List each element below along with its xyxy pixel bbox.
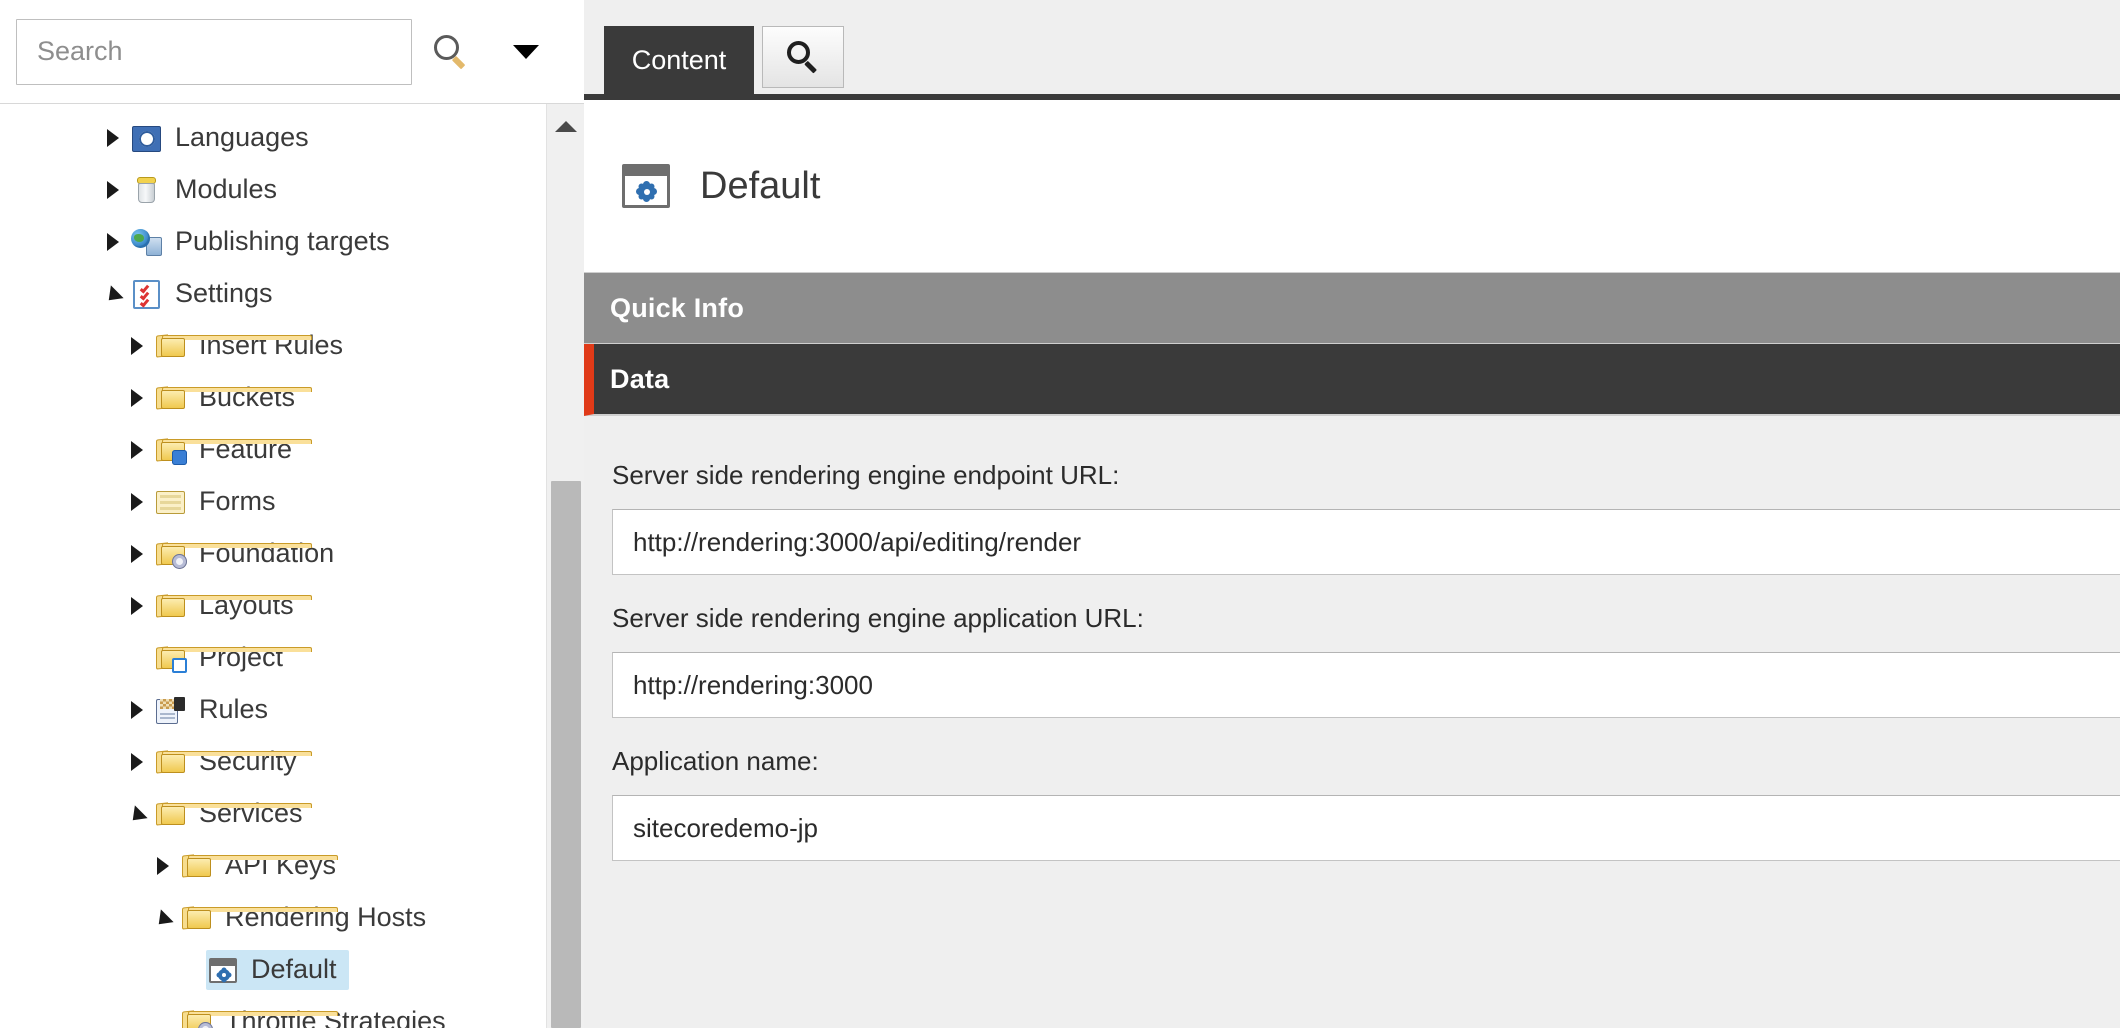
expander-collapsed-icon[interactable] (120, 476, 154, 528)
field-label: Server side rendering engine endpoint UR… (612, 460, 1120, 490)
search-icon (434, 34, 468, 69)
forms-icon (154, 485, 188, 519)
folder-icon (154, 797, 312, 831)
expander-collapsed-icon[interactable] (96, 216, 130, 268)
tree-item-services[interactable]: Services (0, 788, 545, 840)
application-url-input[interactable]: http://rendering:3000 (612, 652, 2120, 718)
chevron-down-icon (513, 44, 539, 59)
expander-collapsed-icon[interactable] (96, 112, 130, 164)
tree-item-security[interactable]: Security (0, 736, 545, 788)
scroll-up-button[interactable] (547, 104, 584, 148)
folder-icon (154, 589, 312, 623)
section-header-data[interactable]: Data (584, 344, 2120, 416)
expander-collapsed-icon[interactable] (146, 840, 180, 892)
tree-scroll-region: Languages Modules Publishing targets Set… (0, 104, 584, 1028)
content-editor-window: Languages Modules (0, 0, 2120, 1028)
expander-collapsed-icon[interactable] (120, 372, 154, 424)
expander-expanded-icon[interactable] (146, 892, 180, 944)
folder-icon (180, 849, 338, 883)
application-name-input[interactable]: sitecoredemo-jp (612, 795, 2120, 861)
section-label: Data (610, 363, 670, 394)
tree-item-feature[interactable]: Feature (0, 424, 545, 476)
expander-collapsed-icon[interactable] (120, 528, 154, 580)
data-section-body: Server side rendering engine endpoint UR… (584, 416, 2120, 1028)
field-label: Server side rendering engine application… (612, 603, 1144, 633)
rendering-host-icon (622, 164, 670, 208)
settings-icon (130, 277, 164, 311)
tab-label: Content (631, 44, 727, 75)
publish-target-icon (130, 225, 164, 259)
tree-item-buckets[interactable]: Buckets (0, 372, 545, 424)
field-endpoint-url: Server side rendering engine endpoint UR… (584, 460, 2120, 575)
folder-feature-icon (154, 433, 312, 467)
folder-icon (154, 745, 312, 779)
content-editor-main: Content Default Quick Info Data Server s… (584, 0, 2120, 1028)
tree-item-foundation[interactable]: Foundation (0, 528, 545, 580)
folder-icon (154, 329, 312, 363)
folder-window-icon (154, 641, 312, 675)
tree-item-project[interactable]: Project (0, 632, 545, 684)
field-application-name: Application name: sitecoredemo-jp (584, 746, 2120, 861)
section-label: Quick Info (610, 292, 745, 323)
content-tree: Languages Modules Publishing targets Set… (0, 104, 545, 1028)
tree-item-api-keys[interactable]: API Keys (0, 840, 545, 892)
page-title: Default (700, 164, 821, 207)
content-tree-panel: Languages Modules (0, 0, 584, 1028)
endpoint-url-input[interactable]: http://rendering:3000/api/editing/render (612, 509, 2120, 575)
folder-icon (180, 901, 338, 935)
rendering-host-icon (206, 953, 240, 987)
field-label: Application name: (612, 746, 819, 776)
tree-item-settings[interactable]: Settings (0, 268, 545, 320)
expander-placeholder (146, 996, 180, 1028)
expander-collapsed-icon[interactable] (120, 580, 154, 632)
tree-item-rendering-hosts[interactable]: Rendering Hosts (0, 892, 545, 944)
tree-item-throttle-strategies[interactable]: Throttle Strategies (0, 996, 545, 1028)
tree-item-modules[interactable]: Modules (0, 164, 545, 216)
search-button[interactable] (420, 19, 482, 85)
tab-search[interactable] (762, 26, 844, 88)
tree-item-layouts[interactable]: Layouts (0, 580, 545, 632)
tab-content[interactable]: Content (604, 26, 754, 94)
tree-item-insert-rules[interactable]: Insert Rules (0, 320, 545, 372)
tree-item-label: Default (251, 953, 337, 984)
folder-icon (154, 381, 312, 415)
section-header-quick-info[interactable]: Quick Info (584, 272, 2120, 344)
tree-item-forms[interactable]: Forms (0, 476, 545, 528)
jar-icon (130, 173, 164, 207)
editor-tabstrip: Content (584, 0, 2120, 100)
item-header: Default (584, 100, 2120, 272)
tree-item-label: Publishing targets (175, 225, 390, 256)
tree-item-label: Modules (175, 173, 278, 204)
scroll-up-arrow-icon (555, 120, 577, 132)
search-icon (787, 41, 819, 74)
expander-expanded-icon[interactable] (120, 788, 154, 840)
tree-item-label: Rules (199, 693, 269, 724)
expander-expanded-icon[interactable] (96, 268, 130, 320)
tree-search-bar (0, 0, 584, 104)
tree-item-label: Languages (175, 121, 309, 152)
globe-icon (130, 121, 164, 155)
expander-placeholder (172, 944, 206, 996)
field-application-url: Server side rendering engine application… (584, 603, 2120, 718)
expander-collapsed-icon[interactable] (120, 320, 154, 372)
search-input[interactable] (35, 35, 393, 68)
tree-item-publishing-targets[interactable]: Publishing targets (0, 216, 545, 268)
tree-item-rules[interactable]: Rules (0, 684, 545, 736)
expander-placeholder (120, 632, 154, 684)
tree-item-default[interactable]: Default (0, 944, 545, 996)
folder-gear-icon (180, 1005, 338, 1028)
folder-gear-icon (154, 537, 312, 571)
tree-item-languages[interactable]: Languages (0, 112, 545, 164)
search-input-wrapper[interactable] (16, 18, 412, 85)
search-options-button[interactable] (496, 19, 556, 85)
expander-collapsed-icon[interactable] (120, 684, 154, 736)
expander-collapsed-icon[interactable] (96, 164, 130, 216)
tree-vertical-scrollbar[interactable] (546, 104, 584, 1028)
expander-collapsed-icon[interactable] (120, 736, 154, 788)
tree-item-label: Forms (199, 485, 276, 516)
tree-item-label: Settings (175, 277, 273, 308)
expander-collapsed-icon[interactable] (120, 424, 154, 476)
rules-icon (154, 693, 188, 727)
scrollbar-thumb[interactable] (551, 481, 581, 1028)
